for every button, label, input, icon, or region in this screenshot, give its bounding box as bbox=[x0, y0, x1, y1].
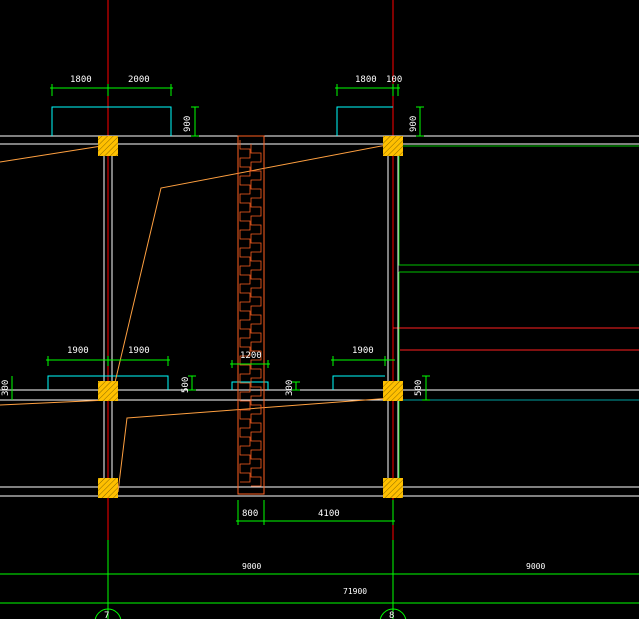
green-room-outline bbox=[398, 145, 639, 497]
dim-top-left-a: 1800 bbox=[70, 75, 92, 85]
orange-lines bbox=[0, 143, 393, 493]
dim-mid-left-h: 500 bbox=[181, 377, 191, 393]
column-bottom-left bbox=[98, 478, 118, 498]
column-top-left bbox=[98, 136, 118, 156]
cad-floor-plan: 7 8 1800 2000 900 1800 100 900 1900 1900… bbox=[0, 0, 639, 619]
dim-top-left-h: 900 bbox=[183, 116, 193, 132]
dim-bottom-a: 800 bbox=[242, 509, 258, 519]
dim-top-left-b: 2000 bbox=[128, 75, 150, 85]
axis-bubbles bbox=[94, 608, 407, 619]
column-mid-right bbox=[383, 381, 403, 401]
dimension-lines bbox=[0, 84, 639, 619]
dim-bottom-b: 4100 bbox=[318, 509, 340, 519]
dim-mid-center-h: 300 bbox=[285, 380, 295, 396]
dim-span-left: 9000 bbox=[242, 562, 261, 571]
dim-mid-left-b: 1900 bbox=[128, 346, 150, 356]
walls bbox=[0, 135, 639, 497]
stair bbox=[237, 135, 265, 495]
dim-mid-right-h: 500 bbox=[414, 380, 424, 396]
dim-span-total: 71900 bbox=[343, 587, 367, 596]
dim-mid-right-a: 1900 bbox=[352, 346, 374, 356]
dim-mid-center-w: 1200 bbox=[240, 351, 262, 361]
columns bbox=[98, 136, 403, 498]
dim-span-right: 9000 bbox=[526, 562, 545, 571]
column-mid-left bbox=[98, 381, 118, 401]
dim-top-right-h: 900 bbox=[409, 116, 419, 132]
column-top-right bbox=[383, 136, 403, 156]
dim-top-right-a: 1800 bbox=[355, 75, 377, 85]
dim-mid-left-a: 1900 bbox=[67, 346, 89, 356]
axis-label-right: 8 bbox=[389, 611, 394, 619]
red-line-right bbox=[393, 327, 639, 351]
column-bottom-right bbox=[383, 478, 403, 498]
dim-top-right-b: 100 bbox=[386, 75, 402, 85]
axis-lines bbox=[107, 0, 394, 619]
dim-mid-far-left-h: 300 bbox=[1, 380, 11, 396]
axis-label-left: 7 bbox=[104, 611, 109, 619]
